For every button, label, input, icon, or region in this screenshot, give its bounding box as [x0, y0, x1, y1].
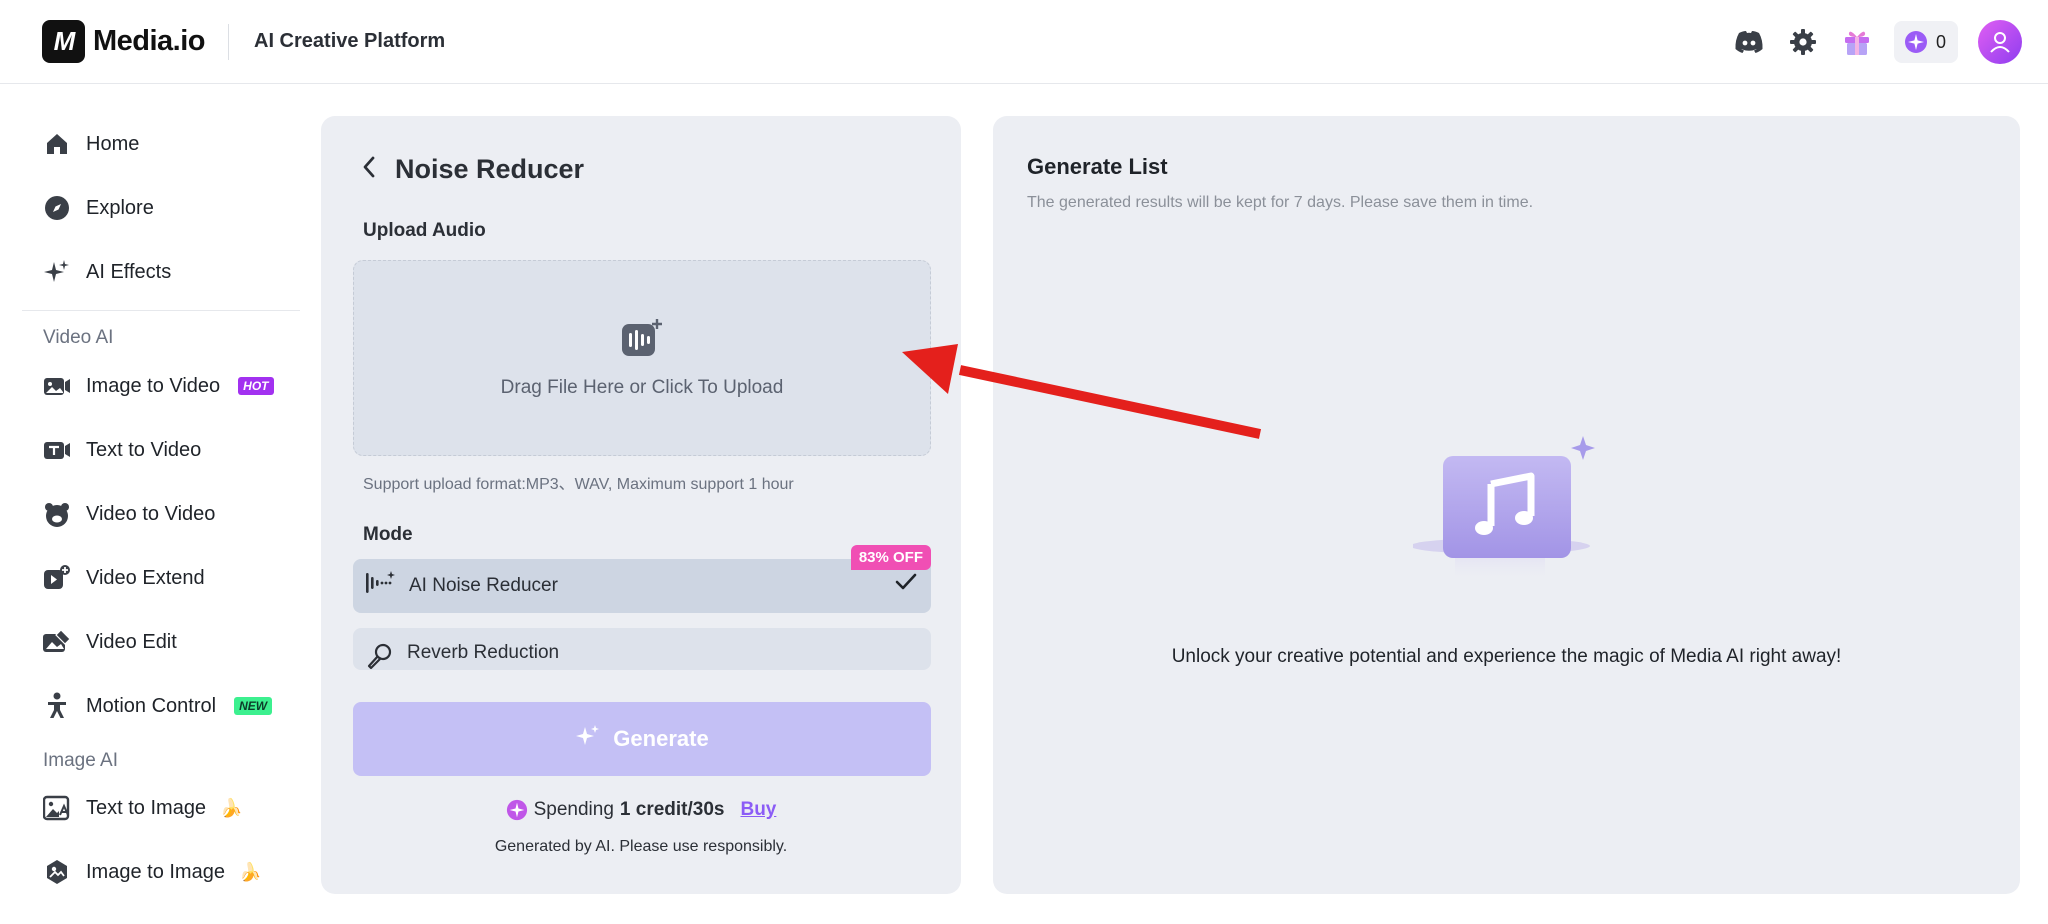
- platform-title: AI Creative Platform: [254, 30, 446, 52]
- upload-format-note: Support upload format:MP3、WAV, Maximum s…: [363, 476, 794, 493]
- credit-icon: [506, 799, 527, 821]
- credit-icon: [1904, 31, 1927, 53]
- audio-upload-dropzone[interactable]: Drag File Here or Click To Upload: [353, 260, 931, 456]
- header-actions: 0: [1732, 20, 2022, 64]
- text-image-icon: [42, 793, 72, 823]
- sidebar-item-label: Video Edit: [86, 630, 177, 653]
- sidebar-item-motion-control[interactable]: Motion Control NEW: [42, 686, 273, 726]
- hot-badge: HOT: [238, 377, 274, 395]
- audio-upload-icon: [621, 318, 663, 363]
- user-icon: [1990, 32, 2010, 53]
- sidebar-item-label: Text to Image: [86, 796, 207, 819]
- mode-option-label: Reverb Reduction: [407, 642, 560, 663]
- video-extend-icon: [42, 563, 72, 593]
- mode-option-label: AI Noise Reducer: [409, 575, 558, 596]
- check-icon: [895, 573, 917, 597]
- sidebar-item-label: Motion Control: [86, 694, 217, 717]
- ai-disclaimer: Generated by AI. Please use responsibly.: [494, 838, 788, 855]
- mode-option-ai-noise-reducer[interactable]: AI Noise Reducer 83% OFF: [353, 545, 931, 613]
- sidebar-item-video-edit[interactable]: Video Edit: [42, 622, 177, 662]
- tool-panel: Noise Reducer Upload Audio Drag File Her…: [321, 116, 961, 894]
- sidebar-divider: [22, 310, 300, 311]
- generate-list-subtitle: The generated results will be kept for 7…: [1027, 194, 1534, 211]
- text-video-icon: [42, 435, 72, 465]
- sparkle-icon: [42, 257, 72, 287]
- banana-emoji: 🍌: [220, 797, 243, 818]
- sparkle-icon: [575, 723, 601, 755]
- brand-logo[interactable]: M Media.io: [42, 19, 206, 63]
- noise-wave-icon: [365, 570, 395, 602]
- sidebar-item-text-to-image[interactable]: Text to Image 🍌: [42, 788, 242, 828]
- upload-audio-label: Upload Audio: [363, 220, 486, 241]
- sidebar: Home Explore AI Effects Video AI Image t…: [22, 84, 300, 924]
- generate-label: Generate: [613, 726, 709, 751]
- image-video-icon: [42, 371, 72, 401]
- section-video-ai: Video AI: [43, 327, 114, 348]
- sidebar-item-image-to-video[interactable]: Image to Video HOT: [42, 366, 274, 406]
- spending-info: Spending 1 credit/30s Buy: [321, 799, 961, 821]
- microphone-icon: [365, 642, 393, 670]
- sidebar-item-label: Home: [86, 132, 140, 155]
- sidebar-item-label: Image to Image: [86, 860, 225, 883]
- sidebar-item-explore[interactable]: Explore: [42, 188, 154, 228]
- discount-badge: 83% OFF: [850, 545, 931, 570]
- new-badge: NEW: [234, 697, 273, 715]
- sidebar-item-text-to-video[interactable]: Text to Video: [42, 430, 201, 470]
- sidebar-item-home[interactable]: Home: [42, 124, 139, 164]
- top-bar: M Media.io AI Creative Platform 0: [0, 0, 2048, 84]
- video-edit-icon: [42, 627, 72, 657]
- generate-list-title: Generate List: [1027, 154, 1168, 179]
- sidebar-item-label: Video to Video: [86, 502, 216, 525]
- music-note-icon: [1410, 436, 1603, 606]
- banana-emoji: 🍌: [238, 861, 262, 882]
- sidebar-item-label: Text to Video: [86, 438, 202, 461]
- sidebar-item-label: Explore: [86, 196, 154, 219]
- sidebar-item-label: AI Effects: [86, 260, 172, 283]
- brand-name: Media.io: [93, 24, 206, 57]
- sidebar-item-video-to-video[interactable]: Video to Video: [42, 494, 215, 534]
- credit-count: 0: [1935, 31, 1946, 52]
- credit-balance[interactable]: 0: [1893, 21, 1958, 63]
- generate-button[interactable]: Generate: [353, 702, 931, 776]
- sidebar-item-label: Image to Video: [86, 374, 221, 397]
- logo-mark: M: [42, 19, 85, 63]
- tool-header: Noise Reducer: [361, 154, 584, 185]
- sidebar-item-image-to-image[interactable]: Image to Image 🍌: [42, 852, 261, 892]
- upload-instruction: Drag File Here or Click To Upload: [500, 376, 784, 398]
- empty-state-text: Unlock your creative potential and exper…: [1171, 646, 1842, 667]
- gift-icon[interactable]: [1840, 25, 1874, 59]
- avatar[interactable]: [1978, 20, 2022, 64]
- gear-icon[interactable]: [1786, 25, 1820, 59]
- sidebar-item-label: Video Extend: [86, 566, 205, 589]
- buy-link[interactable]: Buy: [740, 799, 776, 821]
- section-image-ai: Image AI: [43, 750, 118, 771]
- compass-icon: [42, 193, 72, 223]
- spending-prefix: Spending: [533, 799, 614, 820]
- home-icon: [42, 129, 72, 159]
- bear-icon: [42, 499, 72, 529]
- page-title: Noise Reducer: [395, 154, 585, 184]
- sidebar-item-video-extend[interactable]: Video Extend: [42, 558, 205, 598]
- sidebar-item-ai-effects[interactable]: AI Effects: [42, 252, 171, 292]
- back-chevron-icon[interactable]: [361, 155, 377, 184]
- generate-list-panel: Generate List The generated results will…: [993, 116, 2020, 894]
- image-image-icon: [42, 857, 72, 887]
- header-divider: [228, 24, 229, 60]
- spending-value: 1 credit/30s: [619, 799, 725, 820]
- motion-icon: [42, 691, 72, 721]
- mode-option-reverb-reduction[interactable]: Reverb Reduction: [353, 628, 931, 670]
- mode-label: Mode: [363, 524, 413, 545]
- discord-icon[interactable]: [1732, 25, 1766, 59]
